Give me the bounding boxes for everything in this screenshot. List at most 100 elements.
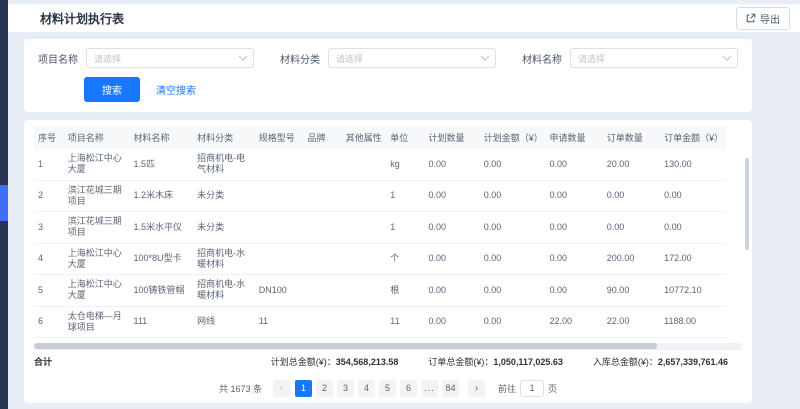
table-cell [255, 149, 304, 180]
table-row[interactable]: 7常州盛达大学生公寓新建123不锈钢*米重10.00200000.0011.00… [34, 338, 726, 343]
table-cell: 7 [34, 338, 64, 343]
table-cell: 0.00 [660, 212, 726, 244]
table-row[interactable]: 4上海松江中心大厦100*8U型卡招商机电-水暖材料个0.000.000.002… [34, 243, 726, 275]
table-cell [255, 180, 304, 212]
table-cell: 0.00 [480, 243, 546, 275]
table-cell: 0.00 [545, 243, 602, 275]
filter-group-project: 项目名称 请选择 [38, 48, 254, 68]
table-cell: 3 [34, 212, 64, 244]
pagination: 共 1673 条 ‹ 123456...84 › 前往 页 [34, 373, 742, 403]
table-row[interactable]: 3滨江花城三期项目1.5米水平仪未分类10.000.000.000.000.00 [34, 212, 726, 244]
table-cell: 常州盛达大学生公寓新建 [64, 338, 130, 343]
table-cell [342, 180, 387, 212]
horizontal-scrollbar[interactable] [34, 343, 742, 349]
column-header: 计划数量 [425, 126, 480, 149]
table-cell: 上海松江中心大厦 [64, 243, 130, 275]
page-button[interactable]: 5 [379, 380, 396, 397]
summary-values: 计划总金额(¥)：354,568,213.58 订单总金额(¥)：1,050,1… [271, 355, 728, 368]
table-cell: 100*8U型卡 [130, 243, 194, 275]
table-cell: 11 [386, 306, 424, 338]
table-cell: 网线 [193, 306, 255, 338]
table-cell: 0.00 [660, 180, 726, 212]
table-cell: 22.00 [545, 306, 602, 338]
table-row[interactable]: 2滨江花城三期项目1.2米木床未分类10.000.000.000.000.00 [34, 180, 726, 212]
planned-total: 计划总金额(¥)：354,568,213.58 [271, 355, 399, 368]
table-cell [304, 306, 342, 338]
next-page-button[interactable]: › [468, 380, 485, 397]
table-cell: 招商机电-电气材料 [193, 149, 255, 180]
inbound-total: 入库总金额(¥)：2,657,339,761.46 [593, 355, 728, 368]
table-cell: 0.00 [545, 180, 602, 212]
material-name-select[interactable]: 请选择 [570, 48, 738, 68]
table-cell: 0.00 [480, 180, 546, 212]
page-button[interactable]: 2 [316, 380, 333, 397]
project-name-select[interactable]: 请选择 [86, 48, 254, 68]
order-total: 订单总金额(¥)：1,050,117,025.63 [428, 355, 563, 368]
clear-search-button[interactable]: 清空搜索 [156, 82, 196, 97]
table-row[interactable]: 6太仓电梯—月球项目111网线11110.000.0022.0022.00118… [34, 306, 726, 338]
export-button[interactable]: 导出 [736, 7, 790, 30]
horizontal-scrollbar-thumb[interactable] [34, 343, 657, 349]
table-cell: 0.00 [425, 243, 480, 275]
column-header: 序号 [34, 126, 64, 149]
table-row[interactable]: 5上海松江中心大厦100铸铁管帽招商机电-水暖材料DN100根0.000.000… [34, 275, 726, 307]
table-cell: 1 [386, 180, 424, 212]
material-category-label: 材料分类 [280, 51, 320, 66]
search-button[interactable]: 搜索 [84, 77, 140, 102]
table-cell: kg [386, 149, 424, 180]
table-cell [342, 338, 387, 343]
table-cell [304, 338, 342, 343]
table-cell: 10772.10 [660, 275, 726, 307]
page-header: 材料计划执行表 导出 [8, 4, 800, 32]
table-cell: 2 [34, 180, 64, 212]
export-icon [746, 13, 756, 23]
goto-page-input[interactable] [520, 380, 544, 397]
column-header: 品牌 [304, 126, 342, 149]
export-button-label: 导出 [760, 11, 780, 26]
table-cell [342, 149, 387, 180]
column-header: 材料分类 [193, 126, 255, 149]
summary-row: 合计 计划总金额(¥)：354,568,213.58 订单总金额(¥)：1,05… [34, 349, 742, 373]
goto-page: 前往 页 [498, 380, 557, 397]
table-cell: 0.00 [660, 338, 726, 343]
material-category-select[interactable]: 请选择 [328, 48, 496, 68]
column-header: 规格型号 [255, 126, 304, 149]
summary-total-label: 合计 [34, 355, 52, 368]
material-category-placeholder: 请选择 [336, 52, 363, 65]
column-header: 订单金额（¥） [660, 126, 726, 149]
table-cell [342, 212, 387, 244]
table-cell: 200000.00 [480, 338, 546, 343]
page-button[interactable]: 3 [337, 380, 354, 397]
chevron-down-icon [239, 52, 247, 60]
table-cell: 172.00 [660, 243, 726, 275]
table-cell: 0.00 [545, 212, 602, 244]
page-button[interactable]: 4 [358, 380, 375, 397]
table-row[interactable]: 1上海松江中心大厦1.5匹招商机电-电气材料kg0.000.000.0020.0… [34, 149, 726, 180]
page-ellipsis[interactable]: ... [421, 380, 438, 397]
table-cell: 20.00 [603, 149, 660, 180]
table-cell: 米重 [386, 338, 424, 343]
table-cell: 0.00 [480, 306, 546, 338]
column-header: 项目名称 [64, 126, 130, 149]
table-cell [342, 243, 387, 275]
column-header: 申请数量 [545, 126, 602, 149]
table-cell: 招商机电-水暖材料 [193, 275, 255, 307]
chevron-down-icon [481, 52, 489, 60]
table-cell: 11.00 [545, 338, 602, 343]
project-name-label: 项目名称 [38, 51, 78, 66]
sidebar-active-indicator [0, 185, 8, 221]
page-button[interactable]: 6 [400, 380, 417, 397]
table-cell: 1.5米水平仪 [130, 212, 194, 244]
table-cell: 不锈钢 [193, 338, 255, 343]
page-button[interactable]: 1 [295, 380, 312, 397]
page-title: 材料计划执行表 [40, 10, 124, 27]
table-cell: 上海松江中心大厦 [64, 275, 130, 307]
table-cell: 0.00 [480, 149, 546, 180]
table-cell: 1 [386, 212, 424, 244]
material-name-placeholder: 请选择 [578, 52, 605, 65]
page-button[interactable]: 84 [442, 380, 459, 397]
prev-page-button[interactable]: ‹ [273, 380, 290, 397]
vertical-scrollbar[interactable] [745, 158, 749, 250]
table-cell: 0.00 [425, 275, 480, 307]
table-cell: 123 [130, 338, 194, 343]
